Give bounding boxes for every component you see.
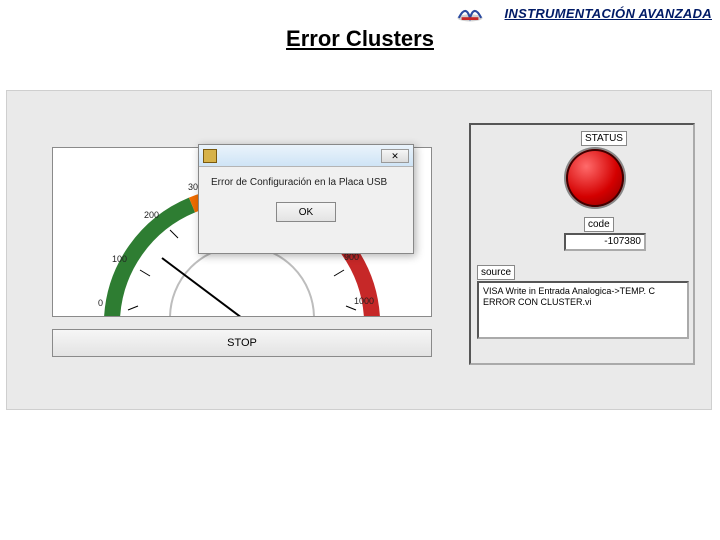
dialog-app-icon	[203, 149, 217, 163]
error-cluster-panel: STATUS code -107380 source VISA Write in…	[469, 123, 695, 365]
stop-button-wrap: STOP	[52, 329, 432, 357]
source-label: source	[477, 265, 515, 280]
gauge-tick-1000: 1000	[354, 296, 374, 306]
dialog-titlebar[interactable]: ✕	[199, 145, 413, 167]
dialog-message: Error de Configuración en la Placa USB	[199, 167, 413, 194]
stop-button[interactable]: STOP	[52, 329, 432, 357]
code-label: code	[584, 217, 614, 232]
gauge-tick-200: 200	[144, 210, 159, 220]
brand-logo-icon	[456, 2, 484, 24]
error-dialog: ✕ Error de Configuración en la Placa USB…	[198, 144, 414, 254]
status-label: STATUS	[581, 131, 627, 146]
close-icon[interactable]: ✕	[381, 149, 409, 163]
gauge-tick-0: 0	[98, 298, 103, 308]
gauge-tick-100: 100	[112, 254, 127, 264]
code-value: -107380	[564, 233, 646, 251]
header-bar: INSTRUMENTACIÓN AVANZADA	[0, 0, 720, 28]
page-title: Error Clusters	[286, 26, 434, 52]
ok-button[interactable]: OK	[276, 202, 336, 222]
brand-title: INSTRUMENTACIÓN AVANZADA	[505, 6, 712, 21]
status-led-icon	[566, 149, 624, 207]
source-value: VISA Write in Entrada Analogica->TEMP. C…	[477, 281, 689, 339]
